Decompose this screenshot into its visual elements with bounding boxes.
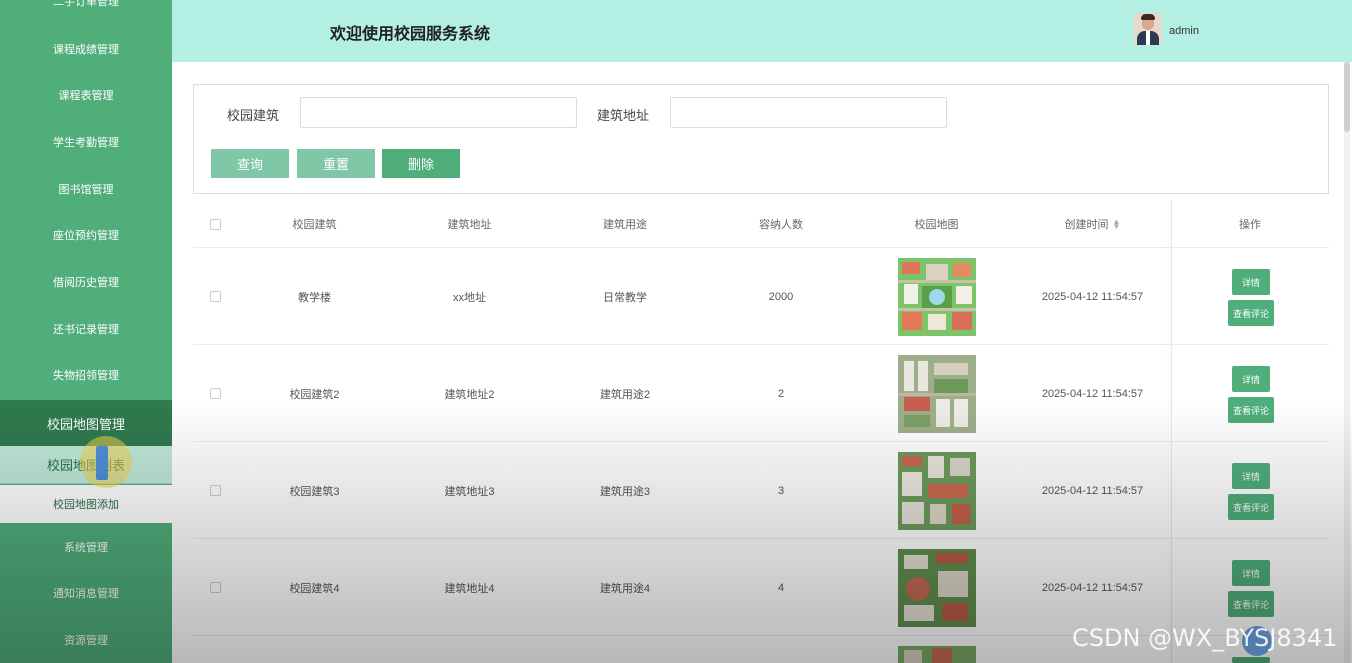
detail-button[interactable]: 详情	[1232, 366, 1270, 392]
col-created[interactable]: 创建时间 ▲ ▼	[1014, 200, 1171, 248]
sort-icon[interactable]: ▲ ▼	[1113, 218, 1121, 231]
table-header: 校园建筑 建筑地址 建筑用途 容纳人数 校园地图 创建时间 ▲ ▼ 操作	[193, 200, 1329, 248]
cell-created: 2025-04-12 11:54:57	[1041, 290, 1144, 303]
col-actions: 操作	[1239, 219, 1261, 231]
view-comments-button[interactable]: 查看评论	[1228, 494, 1274, 520]
table-row: 校园建筑3 建筑地址3 建筑用途3 3 2025-04-12 11:54:57 …	[193, 442, 1329, 539]
page-title: 欢迎使用校园服务系统	[330, 26, 491, 43]
address-search-input[interactable]	[670, 97, 947, 128]
sidebar-item-borrow-history[interactable]: 借阅历史管理	[0, 259, 172, 305]
campus-map-thumbnail[interactable]	[898, 355, 976, 433]
col-capacity: 容纳人数	[759, 219, 803, 231]
cell-address: 建筑地址4	[444, 582, 495, 595]
username-label[interactable]: admin	[1169, 25, 1199, 37]
sidebar-item-notifications[interactable]: 通知消息管理	[0, 570, 172, 616]
cell-building: 教学楼	[298, 291, 331, 304]
detail-button-partial[interactable]	[1232, 657, 1270, 663]
campus-map-thumbnail[interactable]	[898, 549, 976, 627]
detail-button[interactable]: 详情	[1232, 463, 1270, 489]
row-checkbox[interactable]	[209, 388, 221, 399]
cell-address: 建筑地址3	[444, 485, 495, 498]
cell-created: 2025-04-12 11:54:57	[1041, 484, 1144, 497]
cursor-pointer-icon	[96, 446, 108, 480]
sidebar-item-return-records[interactable]: 还书记录管理	[0, 306, 172, 352]
query-button[interactable]: 查询	[211, 149, 289, 178]
sidebar-item-lost-found[interactable]: 失物招领管理	[0, 352, 172, 398]
sidebar-item-campus-map[interactable]: 校园地图管理	[0, 400, 172, 446]
detail-button[interactable]: 详情	[1232, 269, 1270, 295]
delete-button[interactable]: 删除	[382, 149, 460, 178]
view-comments-button[interactable]: 查看评论	[1228, 397, 1274, 423]
sidebar-item-secondhand-orders[interactable]: 二手订单管理	[0, 0, 172, 24]
sidebar-item-resources[interactable]: 资源管理	[0, 617, 172, 663]
row-checkbox[interactable]	[209, 485, 221, 496]
scrollbar-thumb[interactable]	[1344, 62, 1350, 132]
cell-usage: 建筑用途3	[599, 485, 651, 498]
col-map: 校园地图	[914, 219, 959, 231]
cell-capacity: 3	[777, 484, 785, 497]
detail-button[interactable]: 详情	[1232, 560, 1270, 586]
submenu-item-map-add[interactable]: 校园地图添加	[0, 485, 172, 523]
cell-capacity: 4	[777, 581, 785, 594]
col-building: 校园建筑	[292, 219, 337, 231]
cell-usage: 建筑用途2	[599, 388, 651, 401]
building-search-input[interactable]	[300, 97, 577, 128]
col-created-label: 创建时间	[1064, 219, 1109, 231]
cell-capacity: 2000	[768, 290, 794, 303]
campus-map-thumbnail[interactable]	[898, 452, 976, 530]
cell-usage: 日常教学	[603, 291, 647, 304]
row-checkbox[interactable]	[209, 291, 221, 302]
watermark-text: CSDN @WX_BYSJ8341	[1072, 624, 1338, 652]
sidebar: 二手订单管理 课程成绩管理 课程表管理 学生考勤管理 图书馆管理 座位预约管理 …	[0, 0, 172, 663]
campus-map-thumbnail[interactable]	[898, 258, 976, 336]
cell-usage: 建筑用途4	[599, 582, 651, 595]
cell-created: 2025-04-12 11:54:57	[1041, 387, 1144, 400]
table-row: 校园建筑2 建筑地址2 建筑用途2 2 2025-04-12 11:54:57 …	[193, 345, 1329, 442]
cell-building: 校园建筑3	[289, 485, 340, 498]
cell-address: 建筑地址2	[444, 388, 495, 401]
reset-button[interactable]: 重置	[297, 149, 375, 178]
col-address: 建筑地址	[447, 219, 492, 231]
sidebar-item-timetable[interactable]: 课程表管理	[0, 72, 172, 118]
sidebar-item-library[interactable]: 图书馆管理	[0, 166, 172, 212]
select-all-checkbox[interactable]	[209, 218, 221, 230]
sidebar-item-seat-booking[interactable]: 座位预约管理	[0, 212, 172, 258]
cell-created: 2025-04-12 11:54:57	[1041, 581, 1144, 594]
col-usage: 建筑用途	[603, 219, 647, 231]
page-scrollbar[interactable]	[1344, 62, 1350, 663]
sidebar-item-course-grades[interactable]: 课程成绩管理	[0, 26, 172, 72]
building-filter-label: 校园建筑	[227, 108, 280, 123]
cell-building: 校园建筑4	[289, 582, 340, 595]
table-row: 校园建筑4 建筑地址4 建筑用途4 4 2025-04-12 11:54:57 …	[193, 539, 1329, 636]
campus-map-thumbnail[interactable]	[898, 646, 976, 663]
avatar[interactable]	[1134, 13, 1162, 45]
cell-building: 校园建筑2	[289, 388, 340, 401]
row-checkbox[interactable]	[209, 582, 221, 593]
cell-address: xx地址	[453, 291, 486, 304]
cell-capacity: 2	[777, 387, 785, 400]
sidebar-item-attendance[interactable]: 学生考勤管理	[0, 119, 172, 165]
view-comments-button[interactable]: 查看评论	[1228, 591, 1274, 617]
top-header: 欢迎使用校园服务系统 admin	[172, 0, 1352, 62]
view-comments-button[interactable]: 查看评论	[1228, 300, 1274, 326]
address-filter-label: 建筑地址	[597, 108, 650, 123]
table-row: 教学楼 xx地址 日常教学 2000 2025-04-12 11:54:57 详…	[193, 248, 1329, 345]
search-panel: 校园建筑 建筑地址 查询 重置 删除	[193, 84, 1329, 194]
sidebar-item-system[interactable]: 系统管理	[0, 524, 172, 570]
